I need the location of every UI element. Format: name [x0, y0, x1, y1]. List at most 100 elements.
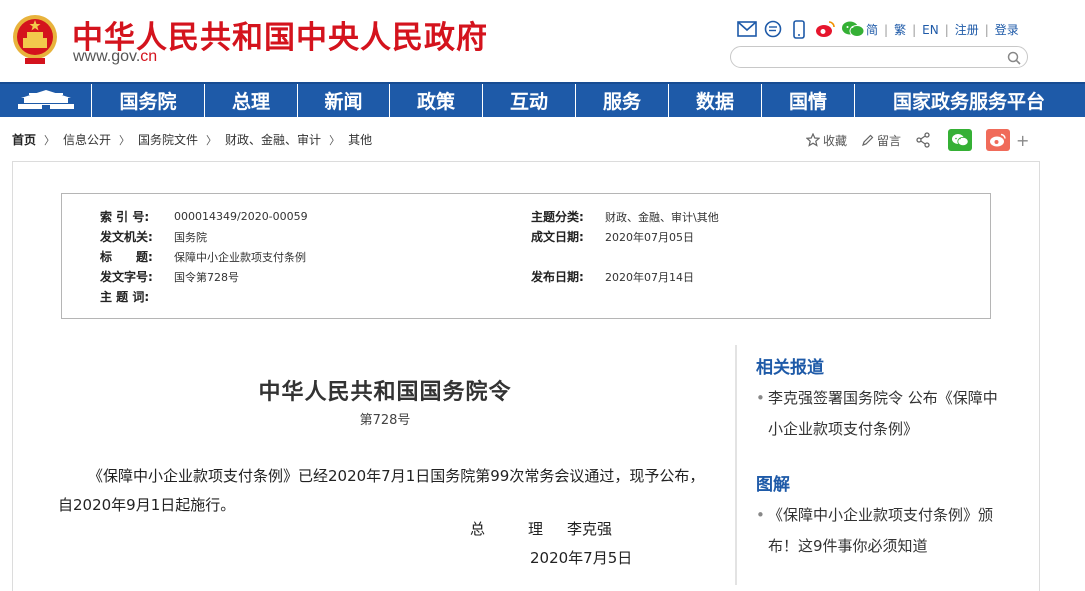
info-docno-label: 发文字号: — [100, 270, 153, 284]
info-title-row: 标 题: 保障中小企业款项支付条例 — [100, 248, 306, 265]
domain-prefix: www.gov. — [73, 48, 141, 65]
nav-item-state-council[interactable]: 国务院 — [92, 84, 205, 117]
breadcrumb: 首页 〉 信息公开 〉 国务院文件 〉 财政、金融、审计 〉 其他 — [12, 131, 372, 148]
star-icon — [806, 133, 820, 147]
info-category-label: 主题分类: — [531, 210, 584, 224]
language-links: 简 | 繁 | EN | 注册 | 登录 — [866, 21, 1019, 38]
infographic-heading: 图解 — [756, 475, 790, 495]
nav-item-national-info[interactable]: 国情 — [762, 84, 855, 117]
nav-item-data[interactable]: 数据 — [669, 84, 762, 117]
infographic-text: 《保障中小企业款项支付条例》颁布！这9件事你必须知道 — [768, 506, 994, 555]
nav-home-button[interactable] — [0, 84, 92, 117]
info-keywords-row: 主 题 词: — [100, 288, 174, 305]
info-keywords-label: 主 题 词: — [100, 290, 150, 304]
nav-item-interaction[interactable]: 互动 — [483, 84, 576, 117]
weibo-icon — [990, 133, 1006, 147]
document-info-table: 索 引 号: 000014349/2020-00059 主题分类: 财政、金融、… — [61, 193, 991, 319]
article-signer: 总 理李克强 — [470, 518, 612, 539]
weibo-icon[interactable] — [815, 19, 835, 39]
divider: | — [912, 22, 917, 37]
english-link[interactable]: EN — [922, 23, 939, 37]
bullet-icon: • — [756, 506, 765, 524]
wechat-icon — [952, 134, 969, 147]
search-icon[interactable] — [1007, 50, 1021, 69]
info-category-row: 主题分类: 财政、金融、审计\其他 — [531, 208, 719, 225]
favorite-button[interactable]: 收藏 — [806, 132, 847, 149]
info-index-value: 000014349/2020-00059 — [174, 210, 308, 223]
register-link[interactable]: 注册 — [955, 21, 979, 38]
pen-icon — [862, 134, 874, 146]
info-issuer-value: 国务院 — [174, 230, 207, 244]
comment-button[interactable]: 留言 — [861, 132, 901, 149]
info-created-row: 成文日期: 2020年07月05日 — [531, 228, 694, 245]
nav-item-policy[interactable]: 政策 — [390, 84, 483, 117]
breadcrumb-arrow-icon: 〉 — [119, 133, 131, 147]
mail-icon[interactable] — [737, 19, 757, 39]
wechat-icon[interactable] — [841, 19, 865, 39]
favorite-label: 收藏 — [823, 133, 848, 148]
info-title-value: 保障中小企业款项支付条例 — [174, 250, 306, 264]
article-tools: 收藏 留言 + — [806, 128, 1029, 152]
nav-item-news[interactable]: 新闻 — [298, 84, 390, 117]
breadcrumb-other[interactable]: 其他 — [348, 131, 372, 148]
breadcrumb-arrow-icon: 〉 — [44, 133, 56, 147]
divider: | — [984, 22, 989, 37]
article-date: 2020年7月5日 — [530, 549, 633, 567]
share-icon — [916, 132, 930, 148]
comment-label: 留言 — [877, 133, 902, 148]
domain-suffix: cn — [140, 48, 158, 65]
more-share-button[interactable]: + — [1016, 131, 1029, 150]
breadcrumb-state-council-docs[interactable]: 国务院文件 — [138, 131, 198, 148]
nav-item-premier[interactable]: 总理 — [205, 84, 298, 117]
divider: | — [944, 22, 949, 37]
info-docno-row: 发文字号: 国令第728号 — [100, 268, 239, 285]
related-reports-heading: 相关报道 — [756, 358, 824, 378]
info-category-value: 财政、金融、审计\其他 — [605, 210, 719, 224]
nav-item-services[interactable]: 服务 — [576, 84, 669, 117]
info-published-value: 2020年07月14日 — [605, 270, 694, 284]
site-header: 中华人民共和国中央人民政府 www.gov.cn 简 | 繁 | EN | 注册… — [0, 0, 1085, 82]
mobile-icon[interactable] — [789, 19, 809, 39]
share-button[interactable] — [915, 132, 934, 148]
simplified-chinese-link[interactable]: 简 — [866, 21, 878, 38]
traditional-chinese-link[interactable]: 繁 — [894, 21, 906, 38]
info-created-label: 成文日期: — [531, 230, 584, 244]
share-weibo-button[interactable] — [986, 129, 1011, 151]
info-issuer-row: 发文机关: 国务院 — [100, 228, 207, 245]
article-number: 第728号 — [359, 413, 411, 428]
site-domain: www.gov.cn — [73, 48, 157, 66]
search-input[interactable] — [741, 48, 1001, 68]
login-link[interactable]: 登录 — [995, 21, 1019, 38]
sidebar: 相关报道 • 李克强签署国务院令 公布《保障中小企业款项支付条例》 图解 • 《… — [735, 345, 1035, 585]
message-icon[interactable] — [763, 19, 783, 39]
signer-name: 李克强 — [567, 520, 613, 538]
info-issuer-label: 发文机关: — [100, 230, 153, 244]
breadcrumb-home[interactable]: 首页 — [12, 131, 36, 148]
info-created-value: 2020年07月05日 — [605, 230, 694, 244]
infographic-link[interactable]: • 《保障中小企业款项支付条例》颁布！这9件事你必须知道 — [756, 500, 998, 562]
info-published-label: 发布日期: — [531, 270, 584, 284]
related-report-text: 李克强签署国务院令 公布《保障中小企业款项支付条例》 — [768, 389, 998, 438]
divider: | — [884, 22, 889, 37]
breadcrumb-info-disclosure[interactable]: 信息公开 — [63, 131, 111, 148]
info-published-row: 发布日期: 2020年07月14日 — [531, 268, 694, 285]
signer-role: 总 理 — [470, 520, 558, 538]
nav-item-service-platform[interactable]: 国家政务服务平台 — [855, 84, 1083, 117]
national-emblem-icon[interactable] — [11, 12, 59, 66]
top-icon-bar — [737, 19, 871, 39]
info-docno-value: 国令第728号 — [174, 270, 239, 284]
breadcrumb-arrow-icon: 〉 — [206, 133, 218, 147]
tiananmen-icon — [15, 87, 77, 115]
breadcrumb-finance[interactable]: 财政、金融、审计 — [225, 131, 321, 148]
search-box — [730, 46, 1028, 68]
related-report-link[interactable]: • 李克强签署国务院令 公布《保障中小企业款项支付条例》 — [756, 383, 998, 445]
bullet-icon: • — [756, 389, 765, 407]
info-index-row: 索 引 号: 000014349/2020-00059 — [100, 208, 308, 225]
article-body: 《保障中小企业款项支付条例》已经2020年7月1日国务院第99次常务会议通过，现… — [58, 467, 705, 514]
info-title-label: 标 题: — [100, 250, 153, 264]
article-title: 中华人民共和国国务院令 — [258, 379, 512, 405]
share-wechat-button[interactable] — [948, 129, 973, 151]
info-index-label: 索 引 号: — [100, 210, 150, 224]
main-nav: 国务院 总理 新闻 政策 互动 服务 数据 国情 国家政务服务平台 — [0, 82, 1085, 117]
breadcrumb-arrow-icon: 〉 — [329, 133, 341, 147]
